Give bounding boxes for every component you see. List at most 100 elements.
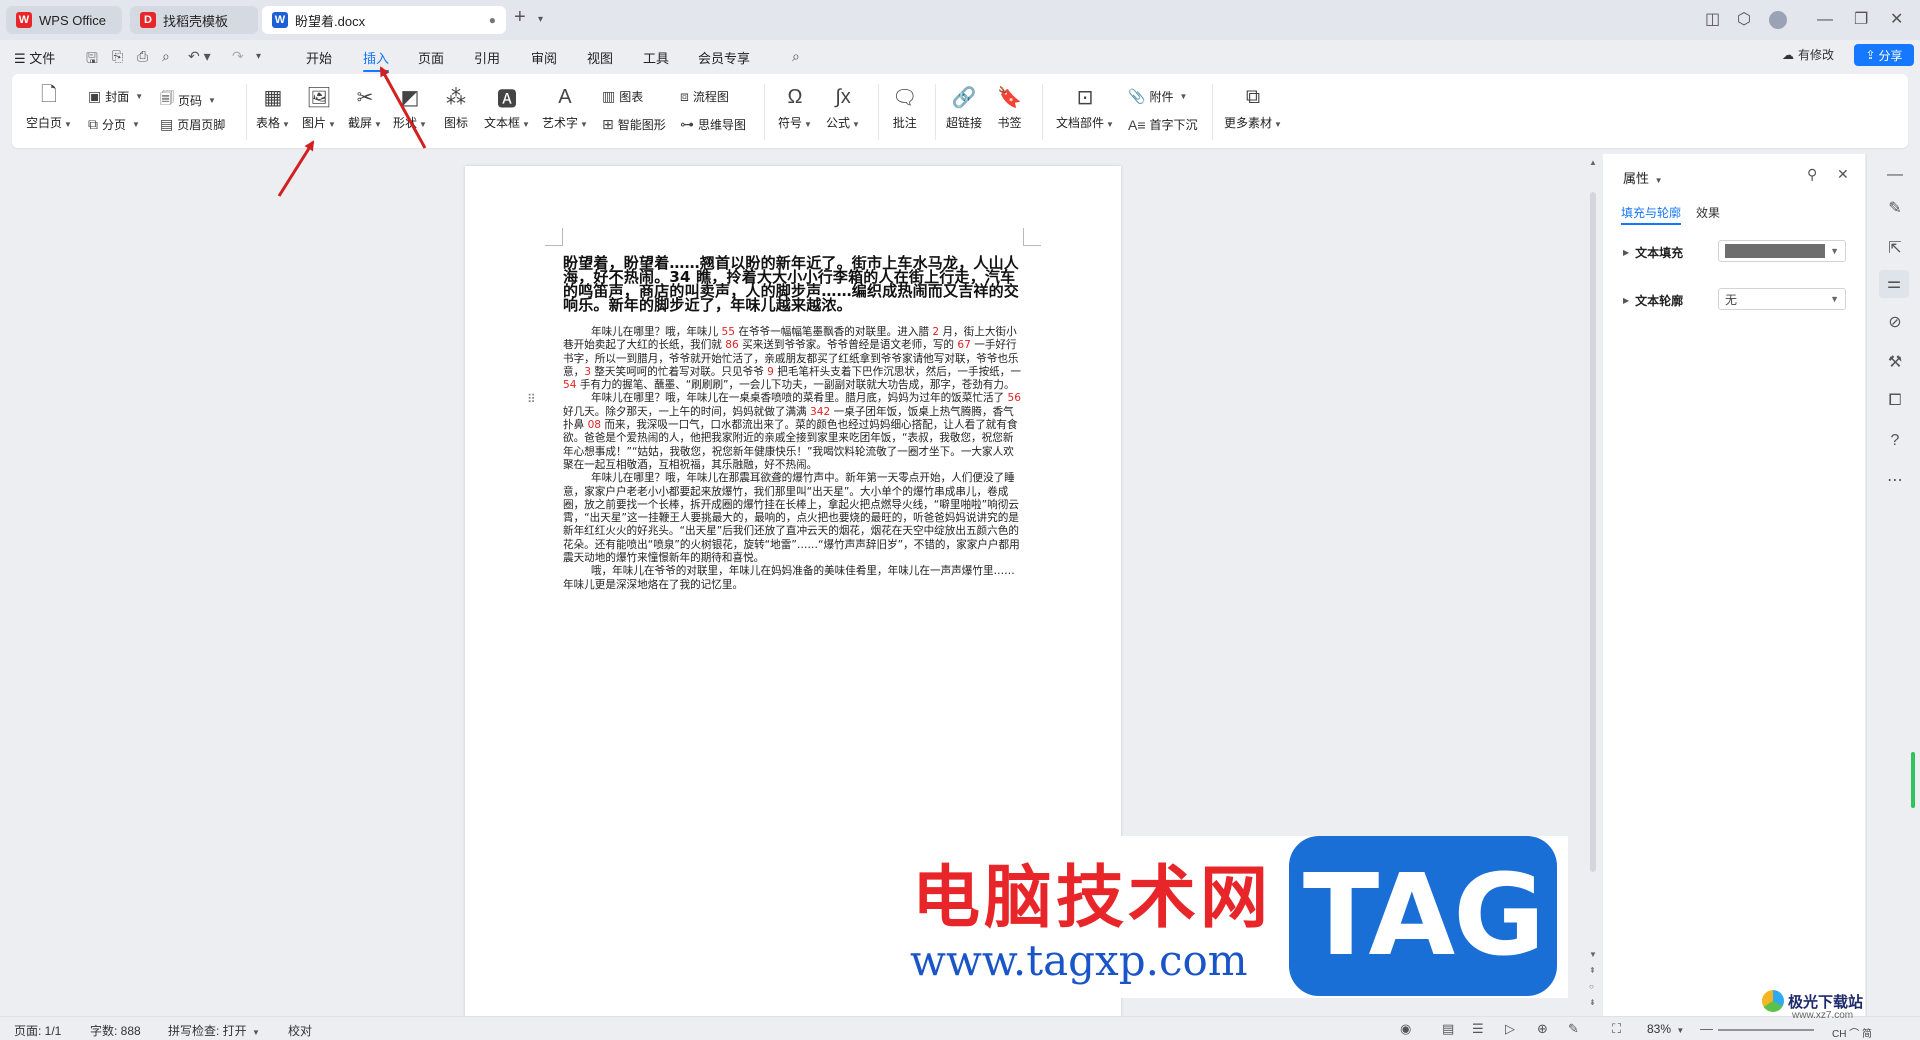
share-icon: ⇪	[1865, 48, 1876, 62]
dropcap-button[interactable]: A≡ 首字下沉	[1128, 116, 1198, 133]
browse-object-icon[interactable]: ○	[1589, 982, 1594, 991]
textbox-button[interactable]: 🅰 文本框 ▼	[484, 84, 530, 131]
screenshot-button[interactable]: ✂ 截屏 ▼	[348, 84, 382, 131]
prev-page-icon[interactable]: ⇞	[1589, 966, 1596, 975]
redo-icon[interactable]: ↷	[232, 48, 244, 65]
text-fill-color-select[interactable]: ▼	[1718, 240, 1846, 262]
proofread[interactable]: 校对	[288, 1022, 312, 1039]
restore-icon[interactable]: ❐	[1854, 10, 1868, 30]
close-icon[interactable]: ✕	[1890, 10, 1903, 30]
reading-icon[interactable]: ⧠	[1885, 392, 1905, 410]
undo-icon[interactable]: ↶ ▾	[188, 48, 211, 65]
tab-tools[interactable]: 工具	[643, 48, 669, 67]
hyperlink-button[interactable]: 🔗 超链接	[946, 84, 982, 131]
wordart-button[interactable]: A 艺术字 ▼	[542, 84, 588, 131]
text-outline-row[interactable]: ▶ 文本轮廓	[1621, 292, 1683, 309]
more-materials-button[interactable]: ⧉ 更多素材 ▼	[1224, 84, 1282, 131]
tab-home[interactable]: 开始	[306, 48, 332, 67]
vertical-scrollbar[interactable]: ▲ ▼ ⇞ ○ ⇟	[1585, 156, 1601, 1016]
outline-view-icon[interactable]: ☰	[1472, 1021, 1484, 1037]
minimize-icon[interactable]: —	[1817, 10, 1833, 30]
select-cursor-icon[interactable]: ⇱	[1885, 238, 1905, 258]
zoom-slider[interactable]	[1718, 1029, 1814, 1031]
document-body[interactable]: 盼望着，盼望着……翘首以盼的新年近了。街市上车水马龙，人山人海，好不热闹。34 …	[563, 256, 1023, 592]
shape-button[interactable]: ◩ 形状 ▼	[393, 84, 427, 131]
tab-list-chevron-icon[interactable]: ▾	[538, 10, 543, 30]
text-fill-row[interactable]: ▶ 文本填充	[1621, 244, 1683, 261]
tools-icon[interactable]: ⚒	[1885, 352, 1905, 372]
attachment-label: 附件	[1149, 90, 1174, 104]
new-tab-button[interactable]: +	[514, 7, 526, 27]
pen-mode-icon[interactable]: ✎	[1568, 1021, 1579, 1037]
chart-button[interactable]: ▥ 图表	[602, 88, 643, 105]
page-count[interactable]: 页面: 1/1	[14, 1022, 61, 1039]
tab-wps-office[interactable]: W WPS Office	[6, 6, 122, 34]
page-view-icon[interactable]: ▤	[1442, 1021, 1454, 1037]
formula-button[interactable]: ∫x 公式 ▼	[826, 84, 860, 131]
tab-page[interactable]: 页面	[418, 48, 444, 67]
quick-access-more-icon[interactable]: ▾	[256, 51, 261, 62]
modified-button[interactable]: ☁ 有修改	[1782, 46, 1834, 63]
export-pdf-icon[interactable]: ⎘	[112, 48, 123, 65]
web-view-icon[interactable]: ⊕	[1537, 1021, 1548, 1037]
picture-button[interactable]: 🖼 图片 ▼	[302, 84, 336, 131]
panel-close-icon[interactable]: ✕	[1837, 166, 1849, 183]
tab-document[interactable]: W 盼望着.docx ●	[262, 6, 506, 34]
eye-icon[interactable]: ◉	[1400, 1021, 1411, 1037]
smartart-button[interactable]: ⊞ 智能图形	[602, 116, 666, 133]
cover-button[interactable]: ▣ 封面 ▼	[88, 88, 143, 105]
tab-member[interactable]: 会员专享	[698, 48, 750, 67]
table-button[interactable]: ▦ 表格 ▼	[256, 84, 290, 131]
pin-icon[interactable]: ⚲	[1807, 166, 1817, 183]
mindmap-button[interactable]: ⊶ 思维导图	[680, 116, 746, 133]
save-icon[interactable]: 🖫	[86, 48, 98, 72]
layout-icon[interactable]: ◫	[1705, 10, 1720, 30]
print-preview-icon[interactable]: ⌕	[162, 48, 170, 65]
bookmark-button[interactable]: 🔖 书签	[997, 84, 1022, 131]
tab-effects[interactable]: 效果	[1696, 204, 1720, 221]
scroll-down-icon[interactable]: ▼	[1589, 950, 1597, 959]
tab-view[interactable]: 视图	[587, 48, 613, 67]
help-icon[interactable]: ?	[1885, 432, 1905, 450]
pen-icon[interactable]: ✎	[1885, 198, 1905, 218]
drag-handle-icon[interactable]: ⠿	[527, 392, 536, 406]
file-menu[interactable]: ☰ 文件	[14, 48, 55, 67]
more-icon[interactable]: ⋯	[1885, 470, 1905, 490]
search-icon[interactable]: ⌕	[792, 48, 800, 65]
doc-parts-button[interactable]: ⊡ 文档部件 ▼	[1056, 84, 1114, 131]
play-icon[interactable]: ▷	[1505, 1021, 1515, 1037]
tab-review[interactable]: 审阅	[531, 48, 557, 67]
avatar[interactable]	[1769, 11, 1787, 29]
comment-button[interactable]: 🗨 批注	[892, 84, 917, 131]
tab-fill-outline[interactable]: 填充与轮廓	[1621, 204, 1682, 225]
zoom-out-icon[interactable]: —	[1700, 1021, 1713, 1036]
zoom-level[interactable]: 83% ▼	[1647, 1022, 1684, 1036]
page-break-button[interactable]: ⧉ 分页 ▼	[88, 116, 140, 133]
blank-page-button[interactable]: 🗋 空白页 ▼	[26, 84, 72, 131]
icons-button[interactable]: ⁂ 图标	[444, 84, 468, 131]
text-outline-select[interactable]: 无 ▼	[1718, 288, 1846, 310]
cube-icon[interactable]: ⬡	[1737, 10, 1751, 30]
next-page-icon[interactable]: ⇟	[1589, 998, 1596, 1007]
flowchart-button[interactable]: ⧈ 流程图	[680, 88, 729, 105]
spell-check[interactable]: 拼写检查: 打开 ▼	[168, 1022, 260, 1039]
panel-title[interactable]: 属性 ▼	[1623, 168, 1663, 187]
tab-references[interactable]: 引用	[474, 48, 500, 67]
symbol-button[interactable]: Ω 符号 ▼	[778, 84, 812, 131]
word-count[interactable]: 字数: 888	[90, 1022, 141, 1039]
style-icon[interactable]: ⊘	[1885, 312, 1905, 332]
tab-docer-templates[interactable]: D 找稻壳模板	[130, 6, 258, 34]
print-icon[interactable]: ⎙	[137, 48, 148, 65]
fit-page-icon[interactable]: ⛶	[1612, 1021, 1621, 1037]
watermark-tag-logo: TAG	[1289, 836, 1557, 996]
tab-close-dot-icon[interactable]: ●	[489, 13, 496, 27]
page-number-button[interactable]: 🗐 页码 ▼	[160, 88, 216, 112]
share-button[interactable]: ⇪ 分享	[1854, 44, 1914, 66]
header-footer-button[interactable]: ▤ 页眉页脚	[160, 116, 225, 133]
collapse-icon[interactable]: —	[1885, 166, 1905, 184]
properties-sliders-icon[interactable]: ⚌	[1879, 270, 1909, 298]
scrollbar-thumb[interactable]	[1590, 192, 1596, 872]
scroll-up-icon[interactable]: ▲	[1589, 158, 1597, 167]
tab-insert[interactable]: 插入	[363, 48, 390, 72]
attachment-button[interactable]: 📎 附件 ▼	[1128, 88, 1187, 105]
